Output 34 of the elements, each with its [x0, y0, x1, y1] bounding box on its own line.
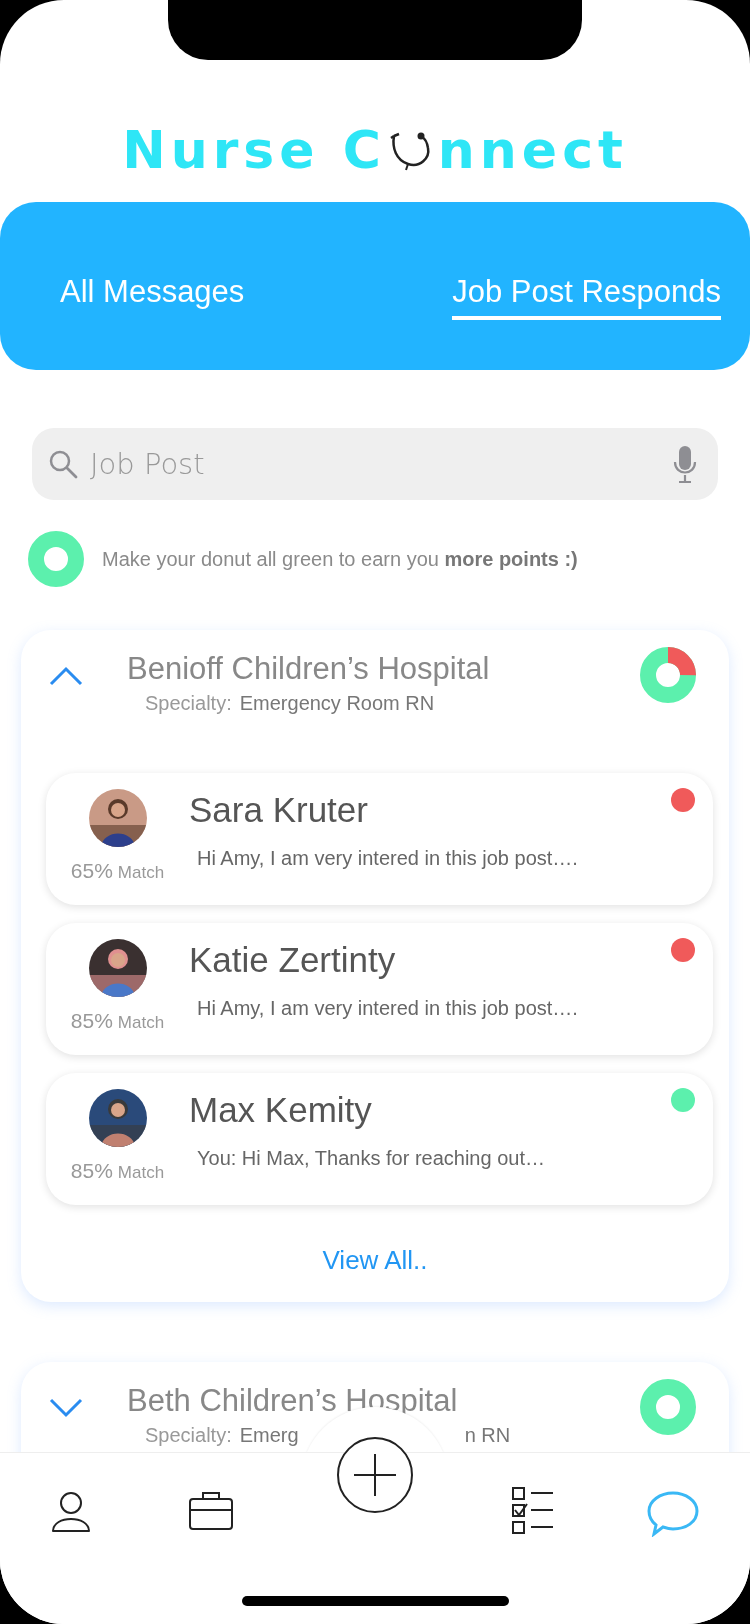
specialty-value: Emergency Room RN: [239, 692, 435, 715]
message-preview: Hi Amy, I am very intered in this job post….: [197, 997, 578, 1020]
sender-name: Max Kemity: [189, 1089, 373, 1131]
logo-text: nnect: [437, 119, 628, 182]
briefcase-icon[interactable]: [188, 1490, 234, 1532]
message-preview: You: Hi Max, Thanks for reaching out…: [197, 1147, 545, 1170]
search-input[interactable]: Job Post: [90, 447, 660, 481]
match-percent: 65%: [70, 859, 113, 883]
sender-name: Sara Kruter: [189, 789, 369, 831]
sender-name: Katie Zertinty: [189, 939, 397, 981]
checklist-icon[interactable]: [511, 1486, 555, 1536]
specialty-value: n RN: [464, 1424, 511, 1447]
message-preview: Hi Amy, I am very intered in this job post….: [197, 847, 578, 870]
add-button[interactable]: [336, 1436, 414, 1514]
specialty-label: Specialty:: [145, 692, 232, 715]
match-percent: 85%: [70, 1009, 113, 1033]
match-label: Match: [117, 1163, 165, 1183]
match-label: Match: [117, 1013, 165, 1033]
specialty-value: Emerg: [239, 1424, 299, 1447]
message-card[interactable]: 85% Match Katie Zertinty Hi Amy, I am very intered in this job post….: [46, 923, 713, 1055]
chevron-down-icon[interactable]: [49, 1398, 83, 1418]
match-label: Match: [117, 863, 165, 883]
message-card[interactable]: 65% Match Sara Kruter Hi Amy, I am very intered in this job post….: [46, 773, 713, 905]
hospital-name: Benioff Children’s Hospital: [127, 650, 490, 688]
logo-text: Nurse C: [122, 119, 386, 182]
message-card[interactable]: 85% Match Max Kemity You: Hi Max, Thanks for reaching out…: [46, 1073, 713, 1205]
specialty-label: Specialty:: [145, 1424, 232, 1447]
microphone-icon[interactable]: [672, 444, 698, 484]
match-percent: 85%: [70, 1159, 113, 1183]
chevron-up-icon[interactable]: [49, 666, 83, 686]
search-icon: [48, 449, 78, 479]
search-field[interactable]: Job Post: [32, 428, 718, 500]
profile-icon[interactable]: [51, 1489, 91, 1533]
tip-text: Make your donut all green to earn you more points :): [102, 547, 578, 571]
